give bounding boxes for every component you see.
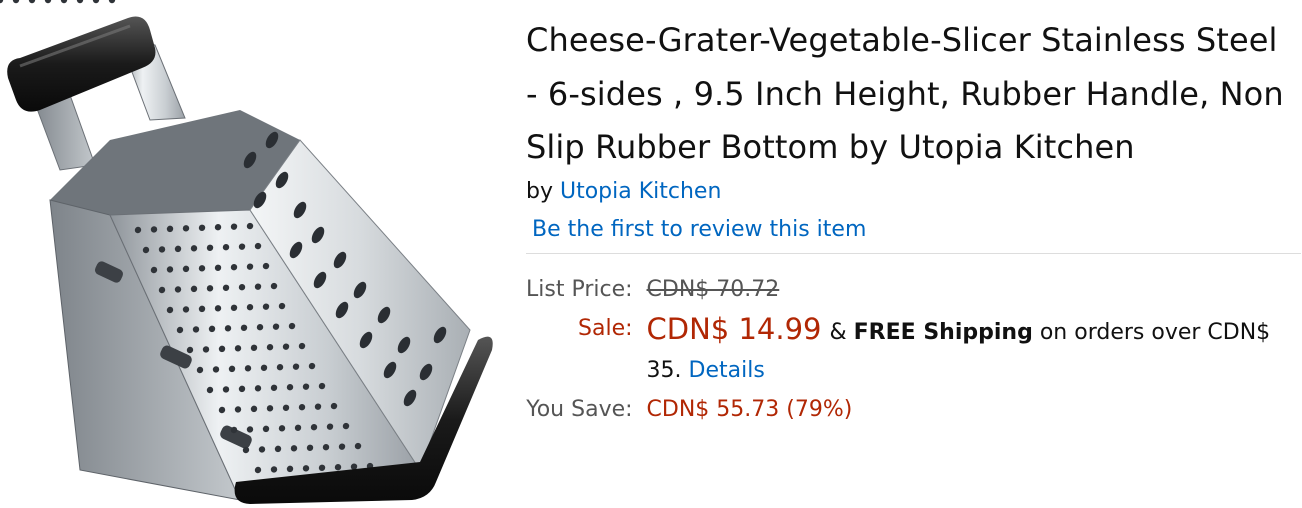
product-image[interactable] [0, 0, 510, 508]
list-price: CDN$ 70.72 [646, 276, 780, 302]
sale-label: Sale: [578, 315, 633, 341]
list-price-label: List Price: [526, 276, 633, 302]
product-title: Cheese-Grater-Vegetable-Slicer Stainless… [526, 21, 1284, 166]
list-price-row: List Price: CDN$ 70.72 [526, 270, 1287, 310]
product-details: Cheese-Grater-Vegetable-Slicer Stainless… [526, 14, 1301, 430]
divider [526, 252, 1301, 254]
you-save-label: You Save: [526, 396, 633, 422]
free-shipping: FREE Shipping [853, 319, 1033, 345]
sale-price: CDN$ 14.99 [646, 311, 822, 346]
sale-price-row: Sale: CDN$ 14.99 & FREE Shipping on order… [526, 310, 1287, 390]
details-link[interactable]: Details [689, 358, 765, 383]
price-table: List Price: CDN$ 70.72 Sale: CDN$ 14.99 &… [526, 270, 1287, 430]
review-row: Be the first to review this item [526, 215, 1296, 245]
review-link[interactable]: Be the first to review this item [532, 217, 866, 242]
you-save-row: You Save: CDN$ 55.73 (79%) [526, 390, 1287, 430]
byline-prefix: by [526, 178, 553, 204]
you-save-amount: CDN$ 55.73 (79%) [646, 396, 853, 422]
brand-link[interactable]: Utopia Kitchen [560, 179, 721, 204]
byline: by Utopia Kitchen [526, 177, 1296, 207]
ampersand: & [829, 319, 847, 345]
